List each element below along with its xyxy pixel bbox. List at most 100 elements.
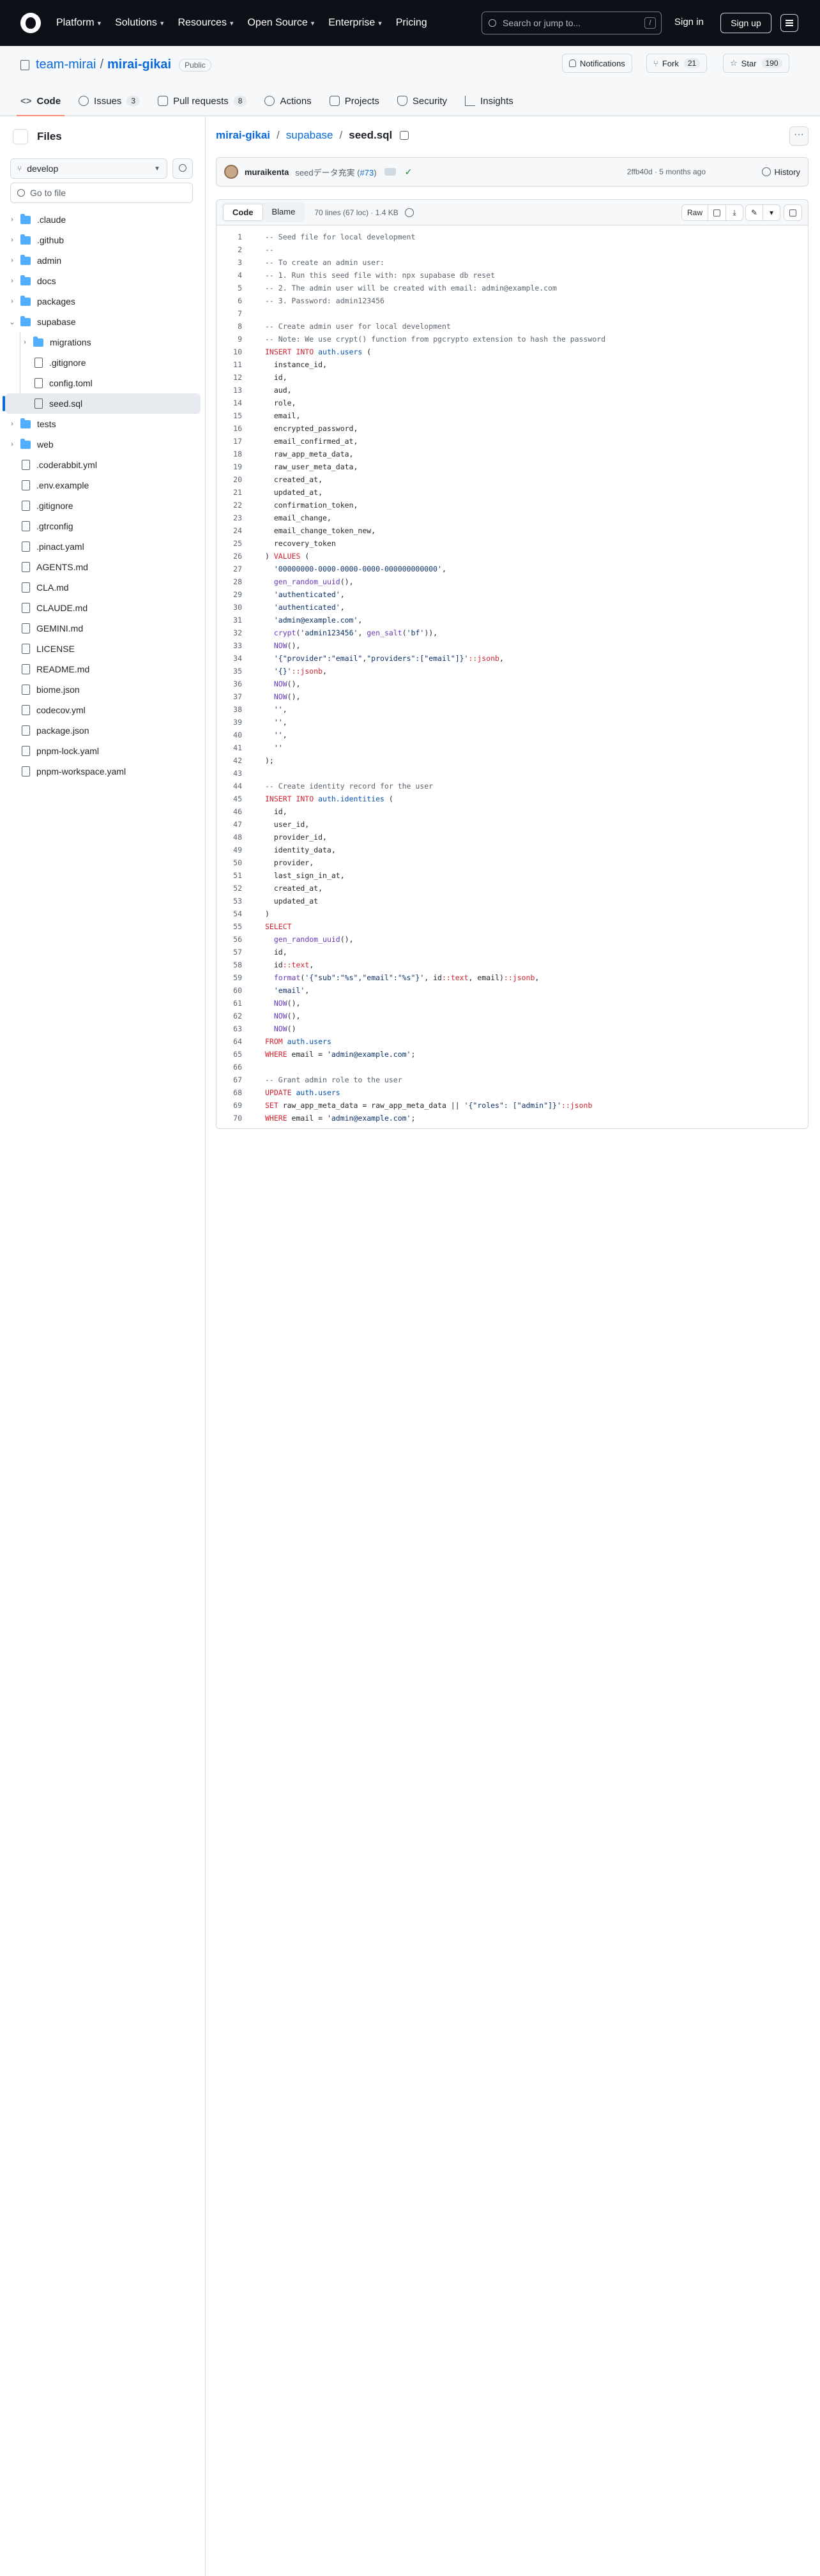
fork-button[interactable]: ⑂ Fork 21 [646, 54, 708, 73]
sign-in-link[interactable]: Sign in [674, 17, 704, 27]
tree-file-readme-md[interactable]: README.md [5, 659, 201, 679]
expand-commit-icon[interactable] [384, 168, 396, 176]
tree-file-gitignore[interactable]: .gitignore [5, 496, 201, 516]
line-number[interactable]: 33 [216, 641, 252, 650]
commit-meta[interactable]: 2ffb40d · 5 months ago [627, 167, 706, 176]
line-number[interactable]: 5 [216, 284, 252, 292]
line-number[interactable]: 10 [216, 347, 252, 356]
line-number[interactable]: 30 [216, 603, 252, 612]
tree-file-pnpm-lock[interactable]: pnpm-lock.yaml [5, 741, 201, 761]
line-number[interactable]: 45 [216, 794, 252, 803]
line-number[interactable]: 68 [216, 1088, 252, 1097]
line-number[interactable]: 35 [216, 667, 252, 676]
line-number[interactable]: 21 [216, 488, 252, 497]
commit-author-link[interactable]: muraikenta [245, 167, 289, 177]
tree-folder-tests[interactable]: › tests [5, 414, 201, 434]
line-number[interactable]: 62 [216, 1011, 252, 1020]
tree-file-pinact[interactable]: .pinact.yaml [5, 536, 201, 557]
tab-insights[interactable]: Insights [465, 86, 513, 116]
line-number[interactable]: 56 [216, 935, 252, 944]
line-number[interactable]: 1 [216, 232, 252, 241]
line-number[interactable]: 44 [216, 782, 252, 791]
nav-resources[interactable]: Resources ▾ [178, 17, 233, 29]
line-number[interactable]: 7 [216, 309, 252, 318]
github-logo-icon[interactable] [20, 13, 41, 33]
line-number[interactable]: 67 [216, 1075, 252, 1084]
line-number[interactable]: 63 [216, 1024, 252, 1033]
line-number[interactable]: 70 [216, 1114, 252, 1123]
line-number[interactable]: 22 [216, 501, 252, 510]
line-number[interactable]: 50 [216, 858, 252, 867]
search-files-button[interactable] [172, 158, 193, 179]
line-number[interactable]: 2 [216, 245, 252, 254]
code-view-tab[interactable]: Code [223, 204, 263, 221]
line-number[interactable]: 28 [216, 577, 252, 586]
tree-folder-web[interactable]: › web [5, 434, 201, 455]
tab-issues[interactable]: Issues 3 [79, 86, 140, 116]
go-to-file-input[interactable]: Go to file [10, 183, 193, 203]
tab-actions[interactable]: Actions [264, 86, 312, 116]
line-number[interactable]: 42 [216, 756, 252, 765]
line-number[interactable]: 8 [216, 322, 252, 331]
line-number[interactable]: 19 [216, 462, 252, 471]
collapse-sidebar-icon[interactable] [13, 129, 28, 144]
tree-file-env-example[interactable]: .env.example [5, 475, 201, 496]
tree-file-supabase-gitignore[interactable]: .gitignore [5, 352, 201, 373]
nav-platform[interactable]: Platform ▾ [56, 17, 101, 29]
line-number[interactable]: 36 [216, 679, 252, 688]
tree-file-coderabbit[interactable]: .coderabbit.yml [5, 455, 201, 475]
nav-pricing[interactable]: Pricing [396, 17, 427, 29]
commit-message[interactable]: seedデータ充実 (#73) [295, 166, 376, 178]
line-number[interactable]: 24 [216, 526, 252, 535]
tree-folder-supabase[interactable]: ⌄ supabase [5, 312, 201, 332]
copy-raw-icon[interactable] [708, 205, 727, 220]
repo-owner-link[interactable]: team-mirai [36, 57, 96, 72]
line-number[interactable]: 12 [216, 373, 252, 382]
breadcrumb-repo-link[interactable]: mirai-gikai [216, 129, 270, 142]
breadcrumb-folder-link[interactable]: supabase [286, 129, 333, 142]
line-number[interactable]: 29 [216, 590, 252, 599]
line-number[interactable]: 51 [216, 871, 252, 880]
line-number[interactable]: 6 [216, 296, 252, 305]
line-number[interactable]: 52 [216, 884, 252, 893]
line-number[interactable]: 16 [216, 424, 252, 433]
line-number[interactable]: 69 [216, 1101, 252, 1110]
line-number[interactable]: 46 [216, 807, 252, 816]
line-number[interactable]: 55 [216, 922, 252, 931]
tree-file-codecov-yml[interactable]: codecov.yml [5, 700, 201, 720]
menu-icon[interactable] [780, 14, 798, 32]
line-number[interactable]: 3 [216, 258, 252, 267]
global-search-input[interactable]: Search or jump to... / [482, 11, 662, 34]
tree-file-config-toml[interactable]: config.toml [5, 373, 201, 393]
tree-file-license[interactable]: LICENSE [5, 639, 201, 659]
line-number[interactable]: 59 [216, 973, 252, 982]
tree-folder-migrations[interactable]: › migrations [5, 332, 201, 352]
tree-file-biome-json[interactable]: biome.json [5, 679, 201, 700]
line-number[interactable]: 18 [216, 450, 252, 458]
line-number[interactable]: 53 [216, 897, 252, 905]
line-number[interactable]: 64 [216, 1037, 252, 1046]
line-number[interactable]: 23 [216, 513, 252, 522]
line-number[interactable]: 15 [216, 411, 252, 420]
history-button[interactable]: History [761, 167, 800, 177]
line-number[interactable]: 49 [216, 845, 252, 854]
line-number[interactable]: 39 [216, 718, 252, 727]
tab-projects[interactable]: Projects [329, 86, 379, 116]
line-number[interactable]: 32 [216, 628, 252, 637]
tree-folder-admin[interactable]: › admin [5, 250, 201, 271]
line-number[interactable]: 9 [216, 335, 252, 344]
line-number[interactable]: 37 [216, 692, 252, 701]
tab-security[interactable]: Security [397, 86, 447, 116]
tree-file-claude-md[interactable]: CLAUDE.md [5, 598, 201, 618]
line-number[interactable]: 31 [216, 616, 252, 625]
line-number[interactable]: 58 [216, 960, 252, 969]
tree-folder-docs[interactable]: › docs [5, 271, 201, 291]
tree-file-seed-sql[interactable]: seed.sql [3, 393, 201, 414]
repo-name-link[interactable]: mirai-gikai [107, 57, 171, 72]
star-button[interactable]: ☆ Star 190 [723, 54, 789, 73]
edit-pencil-icon[interactable]: ✎ [746, 205, 764, 220]
line-number[interactable]: 14 [216, 398, 252, 407]
line-number[interactable]: 66 [216, 1063, 252, 1072]
branch-select[interactable]: ⑂ develop ▼ [10, 158, 167, 179]
nav-enterprise[interactable]: Enterprise ▾ [328, 17, 381, 29]
